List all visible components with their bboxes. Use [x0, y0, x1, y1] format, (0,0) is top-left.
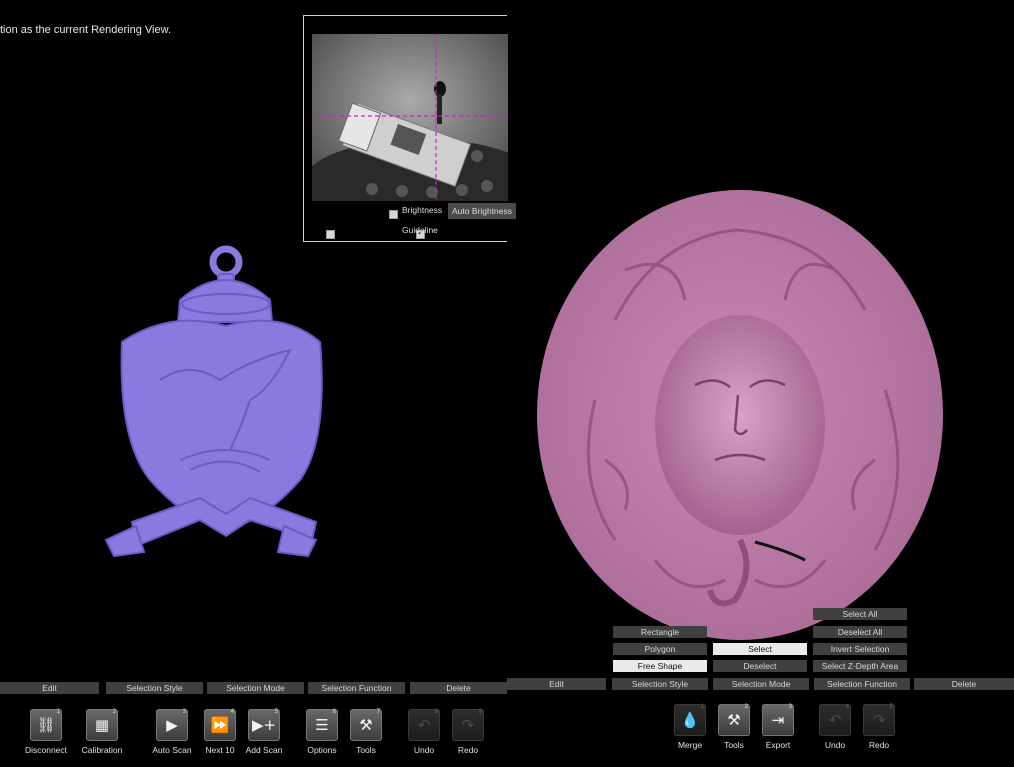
- medusa-3d-model[interactable]: [535, 180, 947, 645]
- merge-button[interactable]: 💧 1 Merge: [668, 704, 712, 750]
- right-undo-button[interactable]: ↶ 4 Undo: [813, 704, 857, 750]
- undo-icon: ↶ 8: [408, 709, 440, 741]
- status-hint-text: tion as the current Rendering View.: [0, 24, 172, 36]
- right-selection-style-tab[interactable]: Selection Style: [612, 678, 708, 690]
- export-button[interactable]: ⇥ 3 Export: [756, 704, 800, 750]
- auto-brightness-button[interactable]: Auto Brightness: [448, 203, 517, 219]
- select-mode-button[interactable]: Select: [713, 643, 807, 655]
- free-shape-style-button[interactable]: Free Shape: [613, 660, 707, 672]
- export-icon: ⇥ 3: [762, 704, 794, 736]
- camera-preview-panel: Brightness Auto Brightness Guideline: [303, 15, 517, 242]
- sliders-icon: ☰ 6: [306, 709, 338, 741]
- options-button[interactable]: ☰ 6 Options: [300, 709, 344, 755]
- calibration-button[interactable]: ▦ 2 Calibration: [80, 709, 124, 755]
- add-scan-button[interactable]: ▶+ 5 Add Scan: [242, 709, 286, 755]
- polygon-style-button[interactable]: Polygon: [613, 643, 707, 655]
- tools-icon: ⚒ 2: [718, 704, 750, 736]
- next-10-button[interactable]: ⏩ 4 Next 10: [198, 709, 242, 755]
- tools-icon: ⚒ 7: [350, 709, 382, 741]
- undo-icon: ↶ 4: [819, 704, 851, 736]
- redo-button[interactable]: ↷ 9 Redo: [446, 709, 490, 755]
- select-z-depth-area-button[interactable]: Select Z-Depth Area: [813, 660, 907, 672]
- left-edit-tab[interactable]: Edit: [0, 682, 99, 694]
- merge-drop-icon: 💧 1: [674, 704, 706, 736]
- right-selection-mode-tab[interactable]: Selection Mode: [713, 678, 809, 690]
- right-tools-button[interactable]: ⚒ 2 Tools: [712, 704, 756, 750]
- auto-scan-button[interactable]: ▶ 3 Auto Scan: [150, 709, 194, 755]
- calibration-grid-icon: ▦ 2: [86, 709, 118, 741]
- fast-forward-icon: ⏩ 4: [204, 709, 236, 741]
- play-icon: ▶ 3: [156, 709, 188, 741]
- rectangle-style-button[interactable]: Rectangle: [613, 626, 707, 638]
- left-selection-mode-tab[interactable]: Selection Mode: [207, 682, 304, 694]
- left-selection-function-tab[interactable]: Selection Function: [308, 682, 405, 694]
- pendant-3d-model[interactable]: [100, 240, 330, 570]
- redo-icon: ↷ 9: [452, 709, 484, 741]
- unlink-icon: ⛓ 1: [30, 709, 62, 741]
- brightness-checkbox[interactable]: [389, 210, 398, 220]
- right-edit-tab[interactable]: Edit: [507, 678, 606, 690]
- right-selection-function-tab[interactable]: Selection Function: [814, 678, 910, 690]
- undo-button[interactable]: ↶ 8 Undo: [402, 709, 446, 755]
- redo-icon: ↷ 5: [863, 704, 895, 736]
- right-redo-button[interactable]: ↷ 5 Redo: [857, 704, 901, 750]
- deselect-mode-button[interactable]: Deselect: [713, 660, 807, 672]
- invert-selection-button[interactable]: Invert Selection: [813, 643, 907, 655]
- deselect-all-button[interactable]: Deselect All: [813, 626, 907, 638]
- guideline-label: Guideline: [402, 225, 438, 235]
- panel-checkbox[interactable]: [326, 230, 336, 240]
- tools-button[interactable]: ⚒ 7 Tools: [344, 709, 388, 755]
- left-selection-style-tab[interactable]: Selection Style: [106, 682, 203, 694]
- brightness-label: Brightness: [402, 205, 443, 215]
- right-delete-tab[interactable]: Delete: [914, 678, 1014, 690]
- select-all-button[interactable]: Select All: [813, 608, 907, 620]
- camera-feed: [312, 34, 508, 201]
- add-scan-icon: ▶+ 5: [248, 709, 280, 741]
- disconnect-button[interactable]: ⛓ 1 Disconnect: [24, 709, 68, 755]
- left-delete-tab[interactable]: Delete: [410, 682, 507, 694]
